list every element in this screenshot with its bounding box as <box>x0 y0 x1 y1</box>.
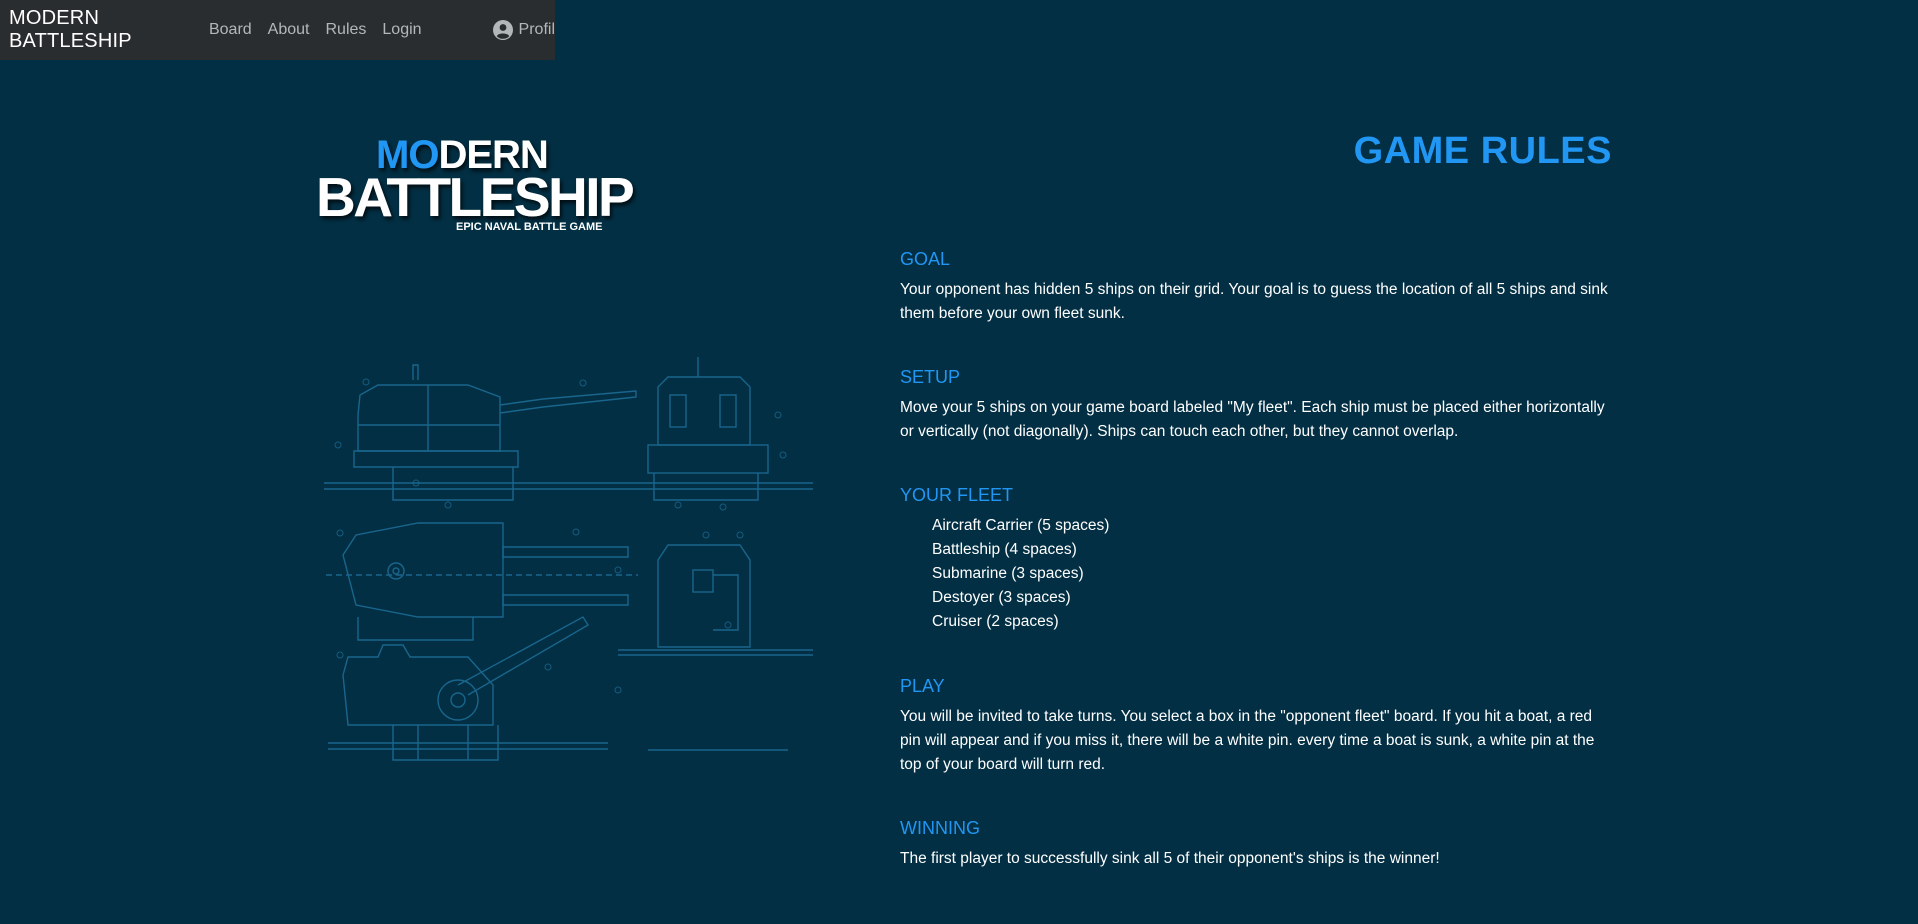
fleet-item-battleship: Battleship (4 spaces) <box>932 541 1077 558</box>
winning-heading: WINNING <box>900 818 980 838</box>
fleet-list: Aircraft Carrier (5 spaces) Battleship (… <box>900 514 1615 634</box>
setup-section: SETUP Move your 5 ships on your game boa… <box>900 367 1615 444</box>
setup-text: Move your 5 ships on your game board lab… <box>900 399 1605 440</box>
navbar: MODERN BATTLESHIP Board About Rules Logi… <box>0 0 555 60</box>
nav-link-board[interactable]: Board <box>209 21 252 39</box>
setup-heading: SETUP <box>900 367 961 387</box>
nav-link-login[interactable]: Login <box>382 21 421 39</box>
profile-label: Profil <box>518 21 555 38</box>
play-heading: PLAY <box>900 676 945 696</box>
logo-tagline-text: EPIC NAVAL BATTLE GAME <box>456 221 602 233</box>
goal-text: Your opponent has hidden 5 ships on thei… <box>900 281 1608 322</box>
logo-line2-text: BATTLESHIP <box>316 166 633 228</box>
modern-battleship-logo: MODERN BATTLESHIP EPIC NAVAL BATTLE GAME <box>316 133 636 233</box>
fleet-item-destroyer: Destoyer (3 spaces) <box>932 589 1071 606</box>
fleet-item-cruiser: Cruiser (2 spaces) <box>932 613 1059 630</box>
nav-link-about[interactable]: About <box>268 21 310 39</box>
fleet-item-submarine: Submarine (3 spaces) <box>932 565 1084 582</box>
goal-heading: GOAL <box>900 249 951 269</box>
ship-turret-blueprint-image <box>324 357 813 761</box>
fleet-item-aircraft-carrier: Aircraft Carrier (5 spaces) <box>932 517 1110 534</box>
nav-link-rules[interactable]: Rules <box>325 21 366 39</box>
goal-section: GOAL Your opponent has hidden 5 ships on… <box>900 249 1615 326</box>
brand-link[interactable]: MODERN BATTLESHIP <box>9 7 183 53</box>
winning-text: The first player to successfully sink al… <box>900 850 1440 867</box>
play-section: PLAY You will be invited to take turns. … <box>900 676 1615 777</box>
play-text: You will be invited to take turns. You s… <box>900 708 1595 773</box>
user-circle-icon <box>492 20 513 40</box>
fleet-heading: YOUR FLEET <box>900 485 1014 505</box>
game-rules-title: GAME RULES <box>1353 130 1612 172</box>
page: MODERN BATTLESHIP Board About Rules Logi… <box>0 0 1918 924</box>
profile-link[interactable]: Profil <box>492 20 555 40</box>
fleet-section: YOUR FLEET Aircraft Carrier (5 spaces) B… <box>900 485 1615 634</box>
winning-section: WINNING The first player to successfully… <box>900 818 1615 871</box>
